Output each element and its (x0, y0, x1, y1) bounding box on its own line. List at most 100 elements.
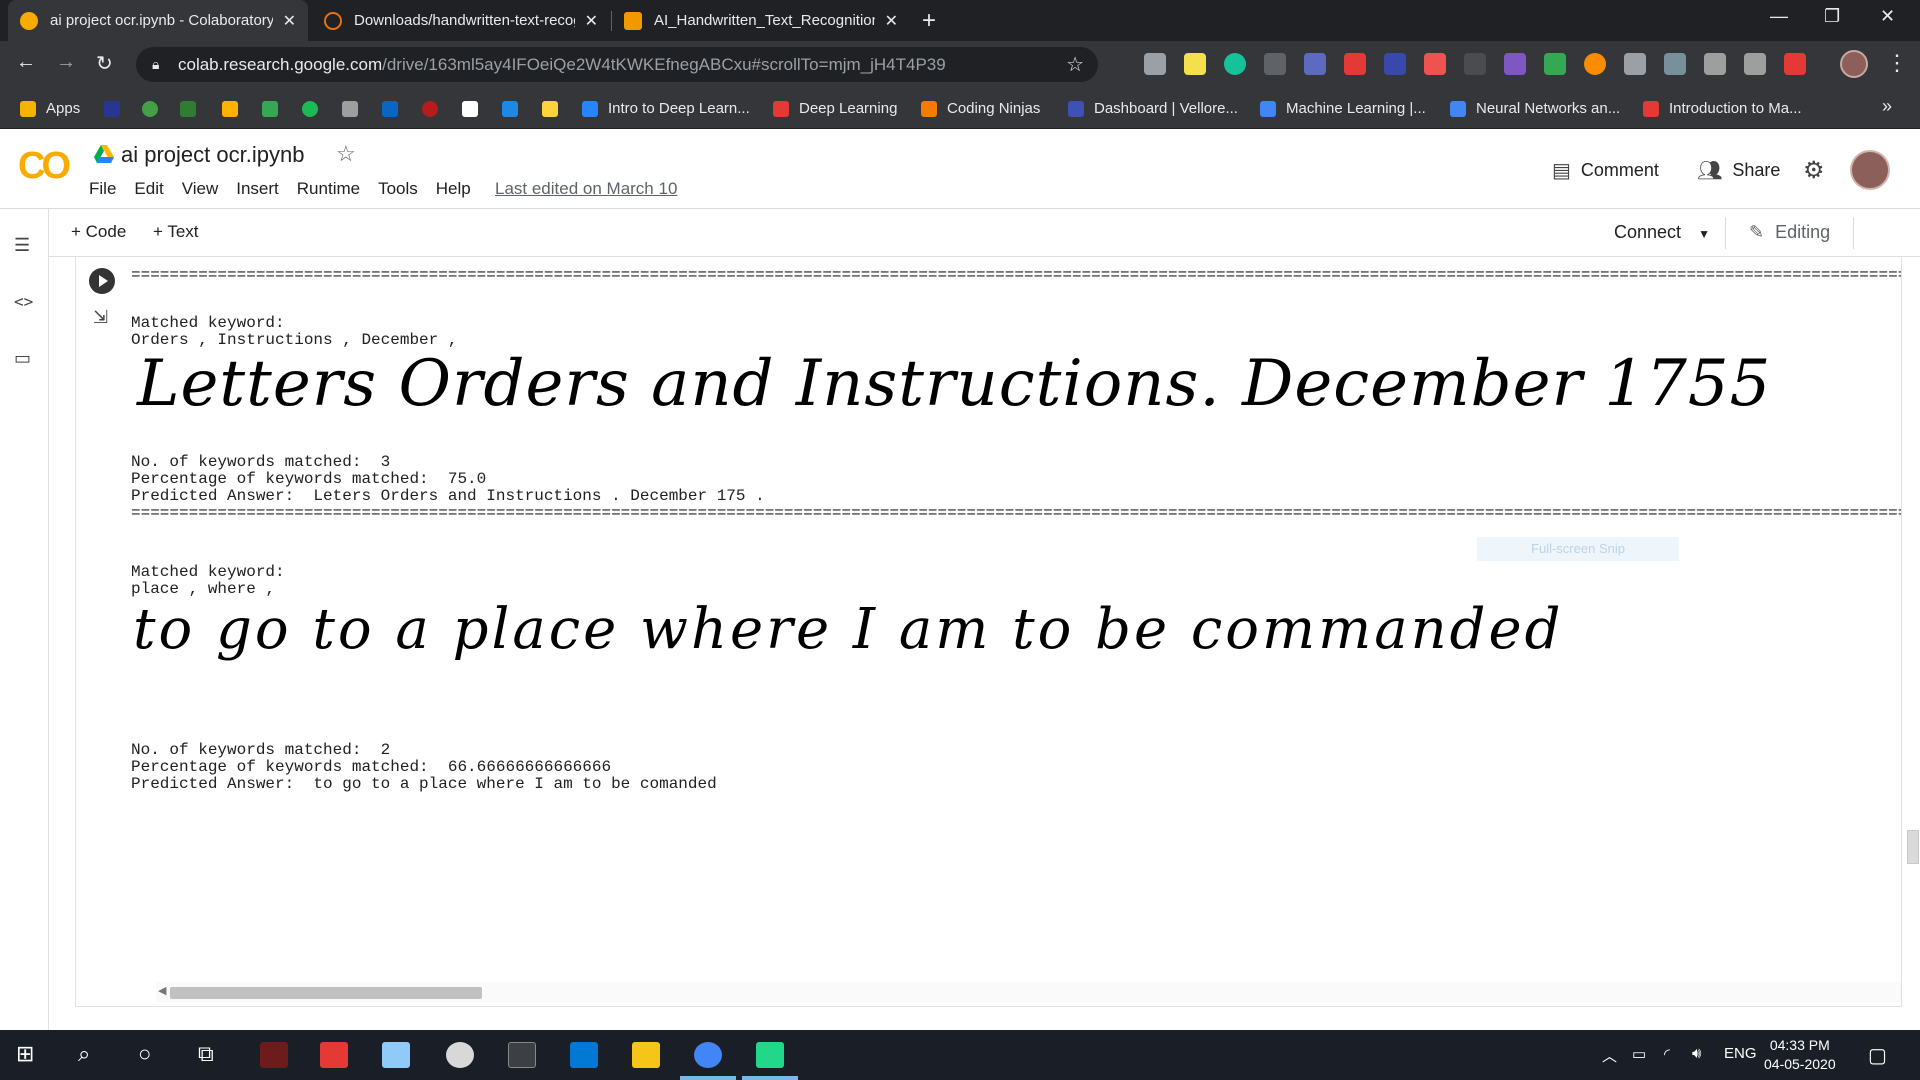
d-extension-icon[interactable] (1304, 53, 1326, 75)
bookmark-icon-only[interactable] (104, 88, 130, 129)
new-tab-icon[interactable]: + (922, 7, 936, 35)
windows-start-icon[interactable]: ⊞ (16, 1041, 34, 1067)
bookmark-star-icon[interactable]: ☆ (1066, 52, 1084, 77)
output-actions-icon[interactable]: ⇲ (93, 307, 108, 328)
last-edited-link[interactable]: Last edited on March 10 (495, 179, 677, 199)
python-bookmark-icon[interactable] (542, 88, 568, 129)
terminal-icon[interactable] (508, 1042, 536, 1068)
profile-avatar-icon[interactable] (1840, 50, 1868, 78)
add-code-cell-button[interactable]: + Code (71, 222, 126, 242)
cortana-icon[interactable]: ○ (138, 1041, 151, 1067)
menu-tools[interactable]: Tools (378, 179, 418, 199)
bookmark-neural-networks[interactable]: Neural Networks an... (1450, 88, 1620, 129)
anydesk-icon[interactable] (320, 1042, 348, 1068)
close-tab-icon[interactable]: ✕ (283, 11, 296, 31)
dropdown-arrow-icon[interactable]: ▼ (1698, 227, 1710, 241)
output-horizontal-scrollbar[interactable]: ◀ ▶ (156, 982, 1901, 1002)
medium-bookmark-icon[interactable] (462, 88, 488, 129)
menu-runtime[interactable]: Runtime (297, 179, 360, 199)
bookmark-intro-deep-learning[interactable]: Intro to Deep Learn... (582, 88, 750, 129)
keyboard-extension-icon[interactable] (1744, 53, 1766, 75)
menu-file[interactable]: File (89, 179, 116, 199)
minimize-icon[interactable]: — (1770, 6, 1788, 27)
colab-logo[interactable]: CO (18, 145, 71, 188)
json-extension-icon[interactable] (1264, 53, 1286, 75)
bookmark-icon-only[interactable] (180, 88, 206, 129)
bookmark-icon-only[interactable] (302, 88, 328, 129)
run-cell-play-icon[interactable] (89, 268, 115, 294)
language-indicator[interactable]: ENG (1724, 1045, 1757, 1062)
table-of-contents-icon[interactable]: ☰ (14, 235, 30, 256)
notepad-icon[interactable] (382, 1042, 410, 1068)
reload-icon[interactable]: ↻ (96, 51, 113, 76)
add-text-cell-button[interactable]: + Text (153, 222, 199, 242)
cast-extension-icon[interactable] (1384, 53, 1406, 75)
window-close-icon[interactable]: ✕ (1880, 6, 1895, 27)
egg-extension-icon[interactable] (1584, 53, 1606, 75)
settings-gear-icon[interactable]: ⚙ (1803, 156, 1825, 185)
close-tab-icon[interactable]: ✕ (885, 11, 898, 31)
forward-icon[interactable]: → (56, 51, 76, 74)
task-view-icon[interactable]: ⧉ (198, 1041, 214, 1067)
bookmark-apps[interactable]: Apps (20, 88, 80, 129)
redbox-extension-icon[interactable] (1784, 53, 1806, 75)
search-icon[interactable]: ⌕ (78, 1041, 90, 1067)
battery-icon[interactable]: ▭ (1632, 1045, 1646, 1063)
comment-button[interactable]: ▤ Comment (1552, 158, 1659, 183)
dropbox-extension-icon[interactable] (1664, 53, 1686, 75)
scroll-left-arrow-icon[interactable]: ◀ (158, 984, 166, 997)
browser-tab-downloads[interactable]: Downloads/handwritten-text-recognition ✕ (312, 0, 610, 41)
code-snippets-icon[interactable]: <> (14, 292, 33, 311)
screen-extension-icon[interactable] (1704, 53, 1726, 75)
mask-extension-icon[interactable] (1504, 53, 1526, 75)
files-folder-icon[interactable]: ▭ (14, 348, 31, 369)
address-bar[interactable]: 🔒︎ colab.research.google.com/drive/163ml… (136, 47, 1098, 82)
menu-insert[interactable]: Insert (236, 179, 279, 199)
k-extension-icon[interactable] (1624, 53, 1646, 75)
more-bookmarks-icon[interactable]: » (1882, 96, 1892, 117)
share-button[interactable]: 👥︎ Share (1697, 158, 1780, 183)
pdf-extension-icon[interactable] (1344, 53, 1366, 75)
close-tab-icon[interactable]: ✕ (585, 11, 598, 31)
editing-mode-button[interactable]: ✎ Editing (1749, 222, 1830, 243)
show-hidden-icons-icon[interactable]: ︿ (1602, 1045, 1617, 1066)
menu-view[interactable]: View (182, 179, 219, 199)
mail-icon[interactable] (570, 1042, 598, 1068)
notebook-title[interactable]: ai project ocr.ipynb (121, 142, 304, 168)
pycharm-icon[interactable] (756, 1042, 784, 1068)
star-notebook-icon[interactable]: ☆ (336, 141, 356, 167)
bookmark-dashboard-vellore[interactable]: Dashboard | Vellore... (1068, 88, 1238, 129)
wifi-icon[interactable]: ◜ (1664, 1045, 1670, 1063)
browser-tab-ai-htr[interactable]: AI_Handwritten_Text_Recognition ✕ (612, 0, 910, 41)
bookmark-coding-ninjas[interactable]: Coding Ninjas (921, 88, 1040, 129)
restore-icon[interactable]: ❐ (1824, 6, 1840, 27)
bookmark-icon-only[interactable] (222, 88, 248, 129)
grid-extension-icon[interactable] (1464, 53, 1486, 75)
code-cell[interactable]: ⇲ ======================================… (75, 257, 1902, 1007)
action-center-icon[interactable]: ▢ (1868, 1043, 1887, 1068)
predator-sense-icon[interactable] (260, 1042, 288, 1068)
menu-edit[interactable]: Edit (134, 179, 163, 199)
paint-icon[interactable] (446, 1042, 474, 1068)
grammarly-extension-icon[interactable] (1224, 53, 1246, 75)
back-icon[interactable]: ← (16, 51, 36, 74)
camera-extension-icon[interactable] (1144, 53, 1166, 75)
volume-icon[interactable]: 🔊︎ (1692, 1045, 1701, 1062)
chrome-icon[interactable] (694, 1042, 722, 1068)
bookmark-icon-only[interactable] (262, 88, 288, 129)
scrollbar-thumb[interactable] (170, 987, 482, 999)
account-avatar[interactable] (1850, 150, 1890, 190)
drive-extension-icon[interactable] (1544, 53, 1566, 75)
file-explorer-icon[interactable] (632, 1042, 660, 1068)
bookmark-icon-only[interactable] (142, 88, 168, 129)
bookmark-introduction-ma[interactable]: Introduction to Ma... (1643, 88, 1802, 129)
video-extension-icon[interactable] (1424, 53, 1446, 75)
connect-button[interactable]: Connect ▼ (1614, 222, 1710, 243)
menu-help[interactable]: Help (436, 179, 471, 199)
browser-menu-icon[interactable]: ⋮ (1886, 50, 1908, 76)
notebook-vertical-scrollbar[interactable] (1907, 830, 1919, 864)
bookmark-icon-only[interactable] (342, 88, 368, 129)
bookmark-icon-only[interactable] (502, 88, 528, 129)
bookmark-deep-learning[interactable]: Deep Learning (773, 88, 897, 129)
bookmark-machine-learning[interactable]: Machine Learning |... (1260, 88, 1426, 129)
